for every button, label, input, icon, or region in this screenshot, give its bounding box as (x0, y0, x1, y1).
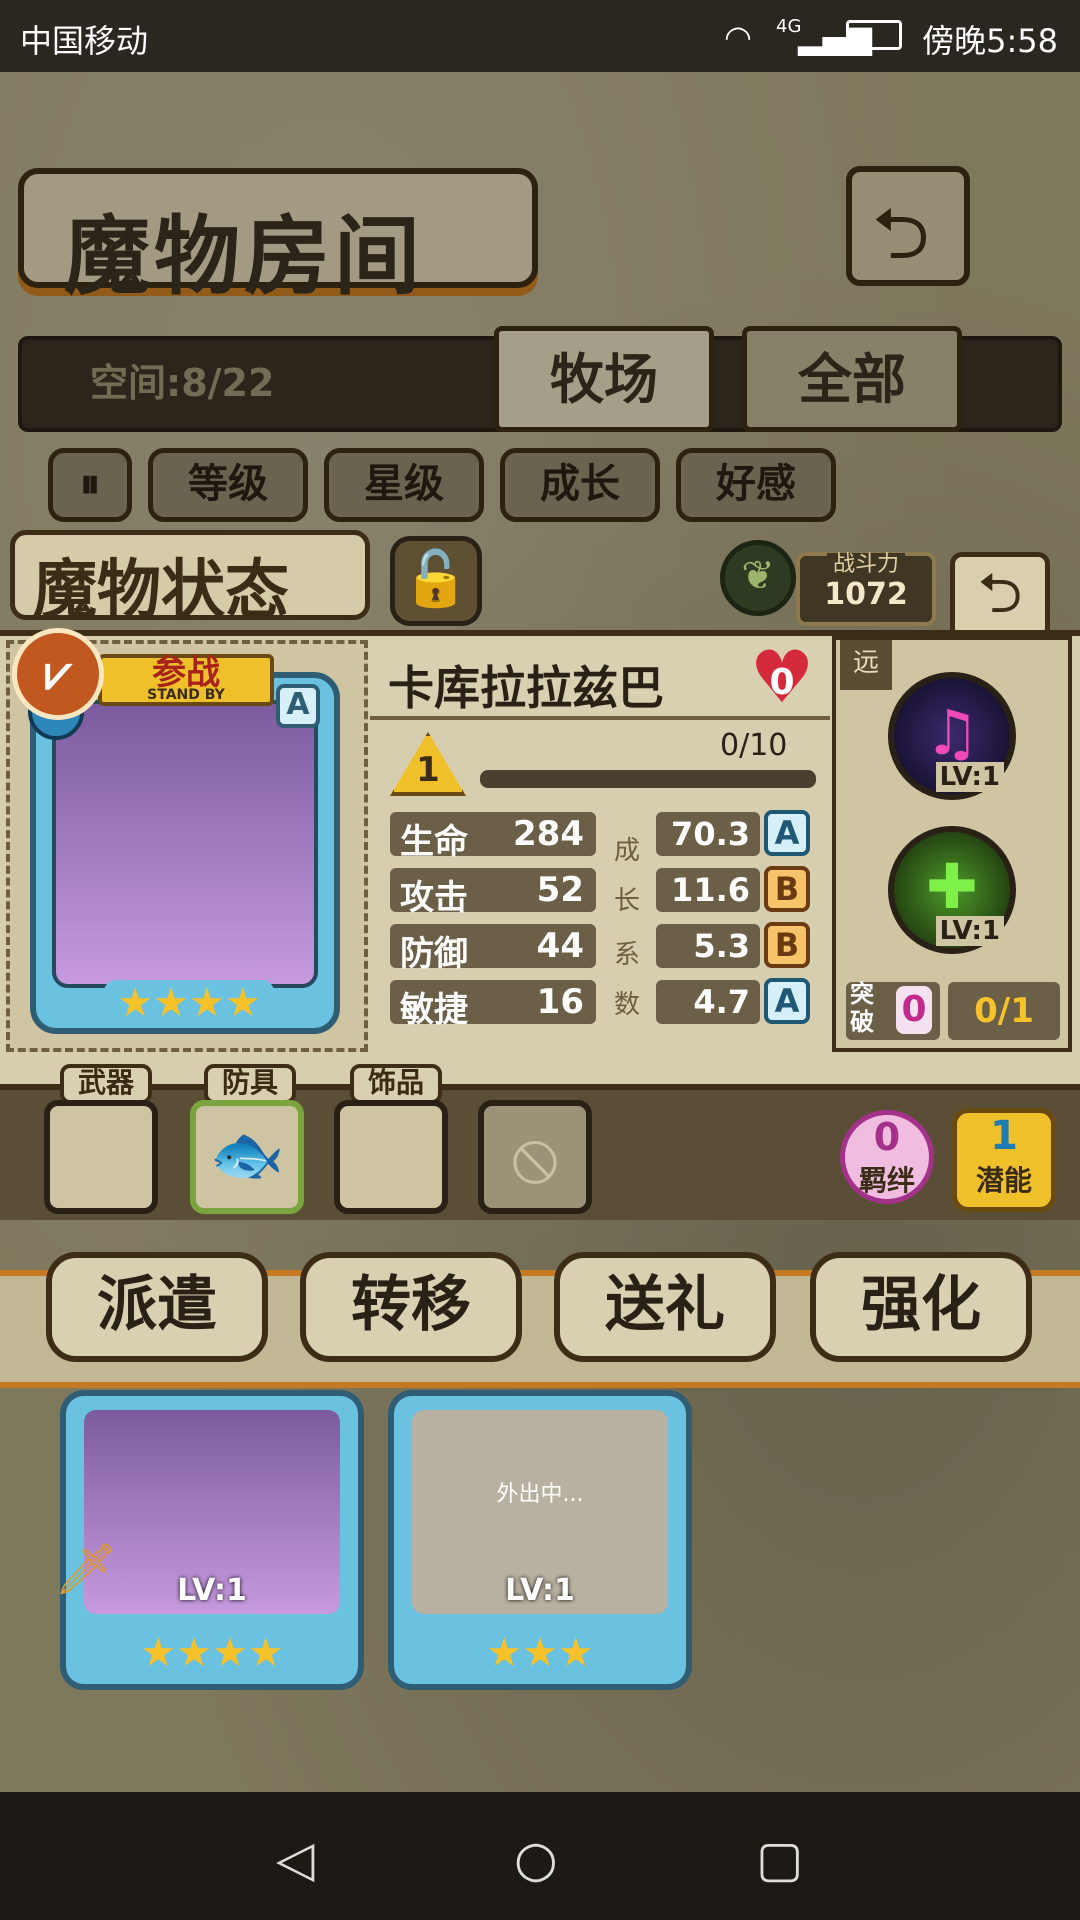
exp-text: 0/10 (720, 728, 788, 763)
leaf-icon: ❦ (720, 540, 796, 616)
sword-icon: 🗡 (54, 1540, 118, 1598)
status-title: 魔物状态 (33, 553, 289, 628)
star-rating: ★★★ (486, 1630, 594, 1676)
armor-label: 防具 (204, 1064, 296, 1104)
power-value: 1072 (824, 577, 908, 612)
growth-coef: 11.6 (656, 868, 760, 912)
battery-icon (846, 20, 902, 50)
growth-label-char: 成 (614, 836, 641, 866)
heart-count: 0 (769, 662, 795, 703)
home-nav-icon[interactable]: ○ (514, 1830, 558, 1888)
monster-list-card[interactable]: 外出中... LV:1 ★★★ (388, 1390, 692, 1690)
stat-value: 284 (513, 814, 584, 854)
growth-coef: 70.3 (656, 812, 760, 856)
star-rating: ★★★★ (140, 1630, 284, 1676)
skill-music[interactable]: ♫ LV:1 (888, 672, 1016, 800)
growth-grade: B (764, 866, 810, 912)
growth-label-char: 系 (614, 940, 641, 970)
back-nav-icon[interactable]: ◁ (276, 1830, 314, 1888)
stat-row-hp: 生命 284 (390, 812, 596, 862)
star-rating: ★★★★ (104, 980, 274, 1026)
rank-badge: A (276, 684, 320, 728)
standby-sub: STAND BY (147, 687, 225, 703)
enhance-button[interactable]: 强化 (810, 1252, 1032, 1362)
fish-armor-icon: 🐟 (209, 1120, 285, 1190)
heart-icon: ♥ 0 (740, 641, 824, 716)
growth-label-char: 数 (614, 990, 641, 1020)
potential-value: 1 (990, 1113, 1018, 1159)
power-label: 战斗力 (826, 553, 905, 577)
breakthrough-progress: 0/1 (948, 982, 1060, 1040)
exp-bar (480, 770, 816, 788)
stat-row-agi: 敏捷 16 (390, 980, 596, 1030)
armor-slot[interactable]: 🐟 (190, 1100, 304, 1214)
music-note-icon: ♫ (924, 696, 980, 769)
bond-label: 羁绊 (858, 1164, 915, 1197)
stat-value: 16 (536, 982, 584, 1022)
growth-label-char: 长 (614, 886, 641, 916)
prohibited-icon: ⦸ (511, 1114, 559, 1198)
growth-coef: 5.3 (656, 924, 760, 968)
status-bar: 中国移动 ◠ 4G ▂▄▆ 傍晚5:58 (0, 0, 1080, 72)
edit-badge-icon[interactable]: ⩗ (12, 628, 104, 720)
close-panel-button[interactable]: ⮌ (950, 552, 1050, 640)
stat-value: 44 (536, 926, 584, 966)
weapon-slot[interactable] (44, 1100, 158, 1214)
growth-grade: A (764, 978, 810, 1024)
out-status: 外出中... (496, 1482, 584, 1507)
dispatch-button[interactable]: 派遣 (46, 1252, 268, 1362)
skill-level: LV:1 (935, 916, 1004, 946)
stat-value: 52 (536, 870, 584, 910)
breakthrough-label: 突破 (850, 980, 874, 1036)
skill-heal[interactable]: ✚ LV:1 (888, 826, 1016, 954)
wifi-icon: ◠ (724, 18, 752, 56)
weapon-label: 武器 (60, 1064, 152, 1104)
recents-nav-icon[interactable]: ▢ (756, 1830, 803, 1888)
breakthrough-box: 突破 0 (846, 980, 940, 1040)
transfer-button[interactable]: 转移 (300, 1252, 522, 1362)
potential-label: 潜能 (975, 1164, 1032, 1197)
standby-banner: 参战 STAND BY (98, 654, 274, 706)
status-title-plate: 魔物状态 (10, 530, 370, 628)
heal-cross-icon: ✚ (926, 850, 978, 923)
stat-label: 敏捷 (400, 990, 468, 1030)
monster-name: 卡库拉拉兹巴 (388, 661, 664, 715)
gift-button[interactable]: 送礼 (554, 1252, 776, 1362)
skill-level: LV:1 (935, 762, 1004, 792)
clock: 傍晚5:58 (922, 22, 1058, 60)
growth-coef: 4.7 (656, 980, 760, 1024)
stat-row-atk: 攻击 52 (390, 868, 596, 918)
locked-slot: ⦸ (478, 1100, 592, 1214)
stat-label: 防御 (400, 934, 468, 974)
bond-value: 0 (873, 1115, 901, 1159)
return-arrow-icon: ⮌ (977, 561, 1023, 626)
carrier-label: 中国移动 (20, 22, 149, 60)
stat-label: 攻击 (400, 878, 468, 918)
bond-button[interactable]: 0 羁绊 (840, 1110, 934, 1204)
growth-grade: A (764, 810, 810, 856)
potential-button[interactable]: 1 潜能 (952, 1108, 1056, 1212)
card-level: LV:1 (505, 1573, 575, 1608)
breakthrough-value: 0 (896, 986, 932, 1034)
power-box: 战斗力 1072 (796, 552, 936, 626)
stat-label: 生命 (400, 822, 468, 862)
lock-button[interactable]: 🔓 (390, 536, 482, 626)
growth-grade: B (764, 922, 810, 968)
stat-row-def: 防御 44 (390, 924, 596, 974)
range-tag: 远 (840, 640, 892, 690)
lock-icon: 🔓 (402, 547, 470, 610)
accessory-label: 饰品 (350, 1064, 442, 1104)
accessory-slot[interactable] (334, 1100, 448, 1214)
monster-portrait (52, 700, 318, 988)
